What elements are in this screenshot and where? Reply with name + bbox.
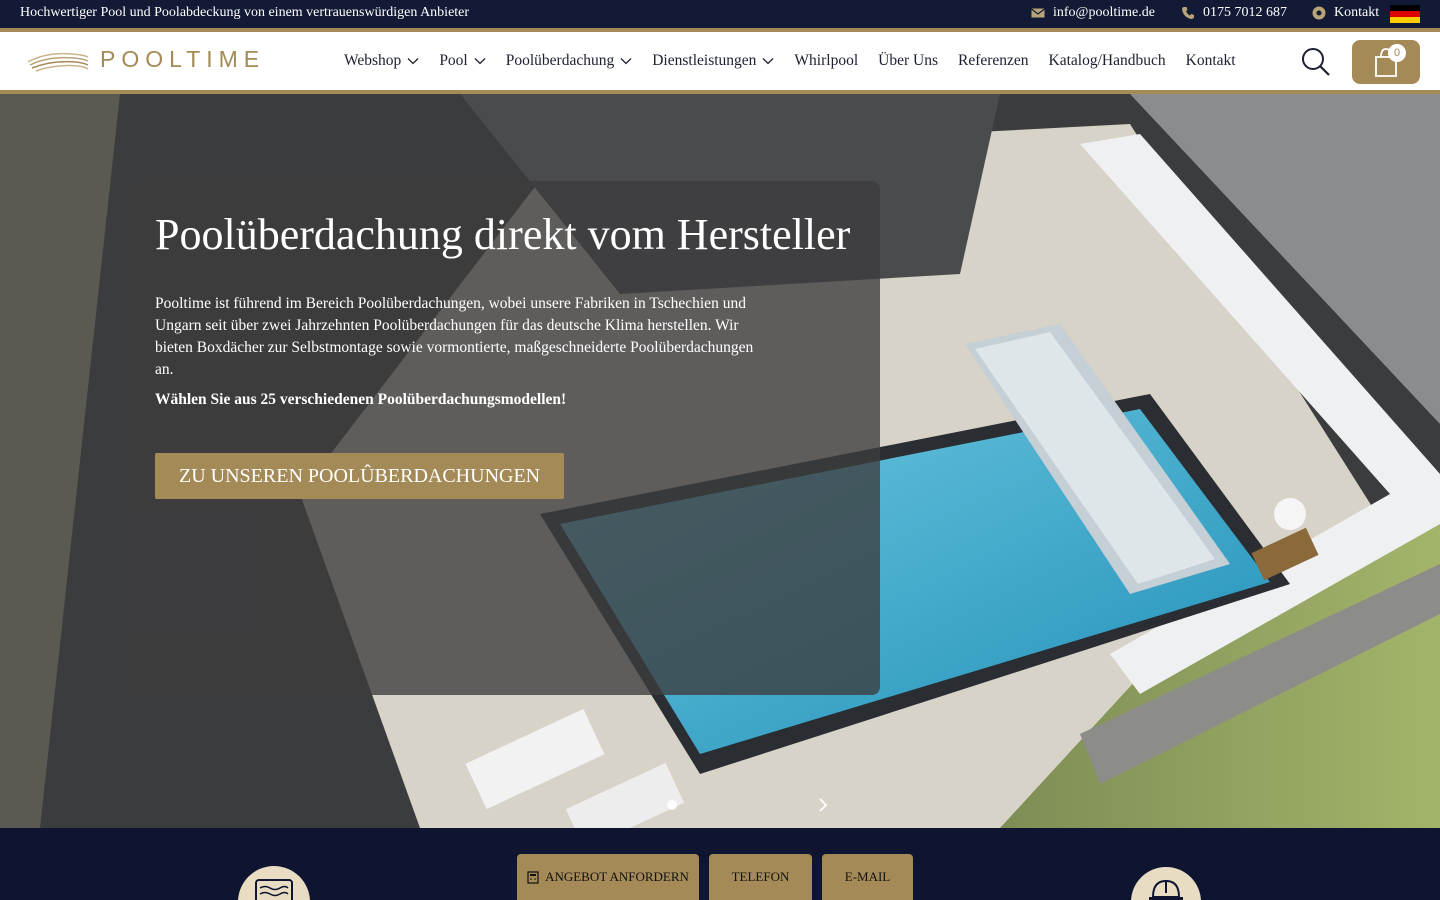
main-header: POOLTIME Webshop Pool Poolüberdachung Di… <box>0 28 1440 94</box>
phone-button[interactable]: TELEFON <box>709 854 812 900</box>
contact-link[interactable]: Kontakt <box>1312 5 1379 21</box>
tagline: Hochwertiger Pool und Poolabdeckung von … <box>20 5 470 20</box>
nav-item-ueber-uns[interactable]: Über Uns <box>868 52 948 70</box>
logo-waves-icon <box>27 52 89 72</box>
pool-icon-graphic <box>255 879 293 900</box>
slider-dot[interactable] <box>667 800 677 810</box>
phone-text: 0175 7012 687 <box>1203 5 1287 20</box>
nav-item-referenzen[interactable]: Referenzen <box>948 52 1039 70</box>
main-nav: Webshop Pool Poolüberdachung Dienstleist… <box>334 32 1246 90</box>
feature-band: ANGEBOT ANFORDERN TELEFON E-MAIL <box>0 828 1440 900</box>
nav-label: Webshop <box>344 52 402 69</box>
chevron-down-icon <box>407 58 419 65</box>
nav-item-pool[interactable]: Pool <box>429 52 495 70</box>
hero-description: Pooltime ist führend im Bereich Poolüber… <box>155 295 754 378</box>
nav-item-kontakt[interactable]: Kontakt <box>1176 52 1246 70</box>
hero-highlight: Wählen Sie aus 25 verschiedenen Poolüber… <box>155 391 567 408</box>
hero-content-panel: Poolüberdachung direkt vom Hersteller Po… <box>125 181 880 695</box>
envelope-icon <box>1031 8 1045 18</box>
nav-item-whirlpool[interactable]: Whirlpool <box>784 52 868 70</box>
nav-label: Dienstleistungen <box>652 52 757 69</box>
hard-hat-icon-graphic <box>1149 879 1183 900</box>
nav-item-poolueberdachung[interactable]: Poolüberdachung <box>496 52 642 70</box>
shopping-bag-icon <box>1375 48 1397 77</box>
email-link[interactable]: info@pooltime.de <box>1031 5 1155 21</box>
pool-icon <box>238 866 310 900</box>
phone-icon <box>1182 7 1194 19</box>
nav-item-katalog[interactable]: Katalog/Handbuch <box>1039 52 1176 70</box>
request-quote-label: ANGEBOT ANFORDERN <box>545 869 689 884</box>
hard-hat-icon <box>1131 867 1201 900</box>
hero-cta-button[interactable]: ZU UNSEREN POOLÛBERDACHUNGEN <box>155 453 565 499</box>
email-text: info@pooltime.de <box>1053 5 1155 20</box>
hero-slider: Poolüberdachung direkt vom Hersteller Po… <box>0 94 1440 828</box>
request-quote-button[interactable]: ANGEBOT ANFORDERN <box>517 854 699 900</box>
germany-flag-icon[interactable] <box>1390 5 1420 23</box>
nav-label: Poolüberdachung <box>505 52 615 69</box>
nav-label: Kontakt <box>1185 52 1236 69</box>
nav-label: Katalog/Handbuch <box>1048 52 1166 69</box>
location-pin-icon <box>1312 6 1326 20</box>
calculator-icon <box>527 870 539 884</box>
nav-label: Whirlpool <box>794 52 859 69</box>
email-label: E-MAIL <box>844 869 891 884</box>
cart-button[interactable]: 0 <box>1352 40 1420 84</box>
chevron-down-icon <box>474 58 486 65</box>
search-icon[interactable] <box>1300 46 1332 78</box>
phone-label: TELEFON <box>731 869 790 884</box>
chevron-down-icon <box>620 58 632 65</box>
email-button[interactable]: E-MAIL <box>822 854 913 900</box>
contact-text: Kontakt <box>1334 5 1380 20</box>
nav-item-webshop[interactable]: Webshop <box>334 52 429 70</box>
chevron-right-icon[interactable] <box>816 797 830 813</box>
nav-label: Pool <box>439 52 468 69</box>
top-bar: Hochwertiger Pool und Poolabdeckung von … <box>0 0 1440 28</box>
hero-title: Poolüberdachung direkt vom Hersteller <box>155 210 851 259</box>
logo[interactable]: POOLTIME <box>26 46 265 73</box>
logo-text: POOLTIME <box>100 46 266 72</box>
chevron-down-icon <box>762 58 774 65</box>
nav-label: Über Uns <box>878 52 938 69</box>
nav-label: Referenzen <box>957 52 1029 69</box>
nav-item-dienstleistungen[interactable]: Dienstleistungen <box>642 52 784 70</box>
cart-count-badge: 0 <box>1388 44 1406 62</box>
phone-link[interactable]: 0175 7012 687 <box>1181 5 1287 21</box>
